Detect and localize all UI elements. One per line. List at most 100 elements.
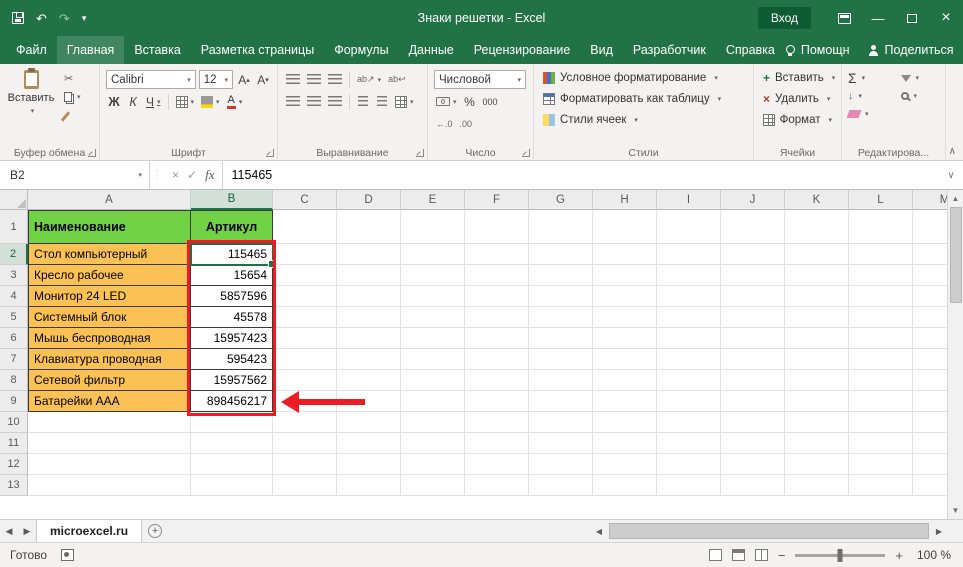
cell-C5[interactable] <box>273 307 337 328</box>
cell-K13[interactable] <box>785 475 849 496</box>
cell-C2[interactable] <box>273 244 337 265</box>
ribbon-display-options-icon[interactable] <box>827 0 861 36</box>
cell-K7[interactable] <box>785 349 849 370</box>
cell-D3[interactable] <box>337 265 401 286</box>
vertical-scrollbar[interactable]: ▲ ▼ <box>947 190 963 519</box>
cell-J4[interactable] <box>721 286 785 307</box>
cell-J6[interactable] <box>721 328 785 349</box>
cell-K6[interactable] <box>785 328 849 349</box>
cell-I5[interactable] <box>657 307 721 328</box>
row-header-10[interactable]: 10 <box>0 412 28 433</box>
copy-button[interactable]: ▾ <box>64 90 81 104</box>
cell-F11[interactable] <box>465 433 529 454</box>
cell-D13[interactable] <box>337 475 401 496</box>
row-header-4[interactable]: 4 <box>0 286 28 307</box>
format-as-table-button[interactable]: Форматировать как таблицу ▾ <box>540 88 747 109</box>
font-color-button[interactable]: А▾ <box>225 92 245 111</box>
fill-button[interactable]: ↓▾ <box>848 89 889 103</box>
zoom-slider-thumb[interactable] <box>838 549 843 562</box>
cell-A10[interactable] <box>28 412 191 433</box>
cell-G8[interactable] <box>529 370 593 391</box>
cell-H10[interactable] <box>593 412 657 433</box>
sign-in-button[interactable]: Вход <box>758 7 811 29</box>
row-header-1[interactable]: 1 <box>0 210 28 244</box>
cell-B9[interactable]: 898456217 <box>191 391 273 412</box>
name-box-dropdown-icon[interactable]: ▾ <box>138 171 142 179</box>
cell-C7[interactable] <box>273 349 337 370</box>
cell-E2[interactable] <box>401 244 465 265</box>
sort-filter-button[interactable]: ▾ <box>901 71 940 85</box>
format-cells-button[interactable]: Формат ▾ <box>760 109 835 130</box>
cell-F12[interactable] <box>465 454 529 475</box>
cell-A4[interactable]: Монитор 24 LED <box>28 286 191 307</box>
cell-C4[interactable] <box>273 286 337 307</box>
font-dialog-launcher-icon[interactable] <box>266 149 274 157</box>
column-header-E[interactable]: E <box>401 190 465 210</box>
cell-L7[interactable] <box>849 349 913 370</box>
cell-L2[interactable] <box>849 244 913 265</box>
cell-I12[interactable] <box>657 454 721 475</box>
cell-B11[interactable] <box>191 433 273 454</box>
cell-K1[interactable] <box>785 210 849 244</box>
normal-view-icon[interactable] <box>709 549 722 561</box>
align-right-button[interactable] <box>326 92 344 111</box>
scroll-down-icon[interactable]: ▼ <box>948 502 963 519</box>
align-middle-button[interactable] <box>305 70 323 89</box>
row-header-8[interactable]: 8 <box>0 370 28 391</box>
macro-record-icon[interactable] <box>61 549 74 561</box>
cell-E8[interactable] <box>401 370 465 391</box>
cell-K9[interactable] <box>785 391 849 412</box>
insert-cells-button[interactable]: + Вставить ▾ <box>760 67 835 88</box>
cell-G9[interactable] <box>529 391 593 412</box>
cell-B10[interactable] <box>191 412 273 433</box>
cell-I11[interactable] <box>657 433 721 454</box>
column-header-F[interactable]: F <box>465 190 529 210</box>
cell-H1[interactable] <box>593 210 657 244</box>
page-layout-view-icon[interactable] <box>732 549 745 561</box>
sheet-nav-left-icon[interactable]: ◀ <box>0 520 18 542</box>
row-header-13[interactable]: 13 <box>0 475 28 496</box>
cell-A11[interactable] <box>28 433 191 454</box>
cell-C11[interactable] <box>273 433 337 454</box>
cell-H7[interactable] <box>593 349 657 370</box>
cell-B1[interactable]: Артикул <box>191 210 273 244</box>
cell-F13[interactable] <box>465 475 529 496</box>
ribbon-tab-6[interactable]: Рецензирование <box>464 36 581 64</box>
cell-E3[interactable] <box>401 265 465 286</box>
grow-font-button[interactable]: А▴ <box>236 70 252 89</box>
cell-D10[interactable] <box>337 412 401 433</box>
cell-F10[interactable] <box>465 412 529 433</box>
cell-F3[interactable] <box>465 265 529 286</box>
tell-me-button[interactable]: Помощн <box>785 43 850 57</box>
paste-button[interactable]: Вставить ▾ <box>6 67 56 123</box>
merge-center-button[interactable]: ▾ <box>393 92 416 111</box>
cell-G6[interactable] <box>529 328 593 349</box>
cell-B2[interactable]: 115465 <box>191 244 273 265</box>
name-box[interactable]: B2 ▾ <box>0 161 150 189</box>
close-icon[interactable]: × <box>929 0 963 36</box>
column-header-L[interactable]: L <box>849 190 913 210</box>
cell-D4[interactable] <box>337 286 401 307</box>
cell-J10[interactable] <box>721 412 785 433</box>
cell-I13[interactable] <box>657 475 721 496</box>
clear-button[interactable]: ▾ <box>848 107 889 121</box>
cell-J13[interactable] <box>721 475 785 496</box>
cell-K12[interactable] <box>785 454 849 475</box>
cell-E6[interactable] <box>401 328 465 349</box>
formula-input[interactable]: 115465 <box>223 161 939 189</box>
cell-L5[interactable] <box>849 307 913 328</box>
cancel-entry-icon[interactable]: × <box>172 168 179 182</box>
cell-F6[interactable] <box>465 328 529 349</box>
cell-L3[interactable] <box>849 265 913 286</box>
cell-I7[interactable] <box>657 349 721 370</box>
font-size-select[interactable]: 12▾ <box>199 70 233 89</box>
scroll-up-icon[interactable]: ▲ <box>948 190 963 207</box>
column-header-K[interactable]: K <box>785 190 849 210</box>
cell-D5[interactable] <box>337 307 401 328</box>
align-center-button[interactable] <box>305 92 323 111</box>
undo-icon[interactable]: ↶ <box>36 12 47 25</box>
cell-F8[interactable] <box>465 370 529 391</box>
cell-B8[interactable]: 15957562 <box>191 370 273 391</box>
cell-E11[interactable] <box>401 433 465 454</box>
zoom-level[interactable]: 100 % <box>913 548 951 562</box>
